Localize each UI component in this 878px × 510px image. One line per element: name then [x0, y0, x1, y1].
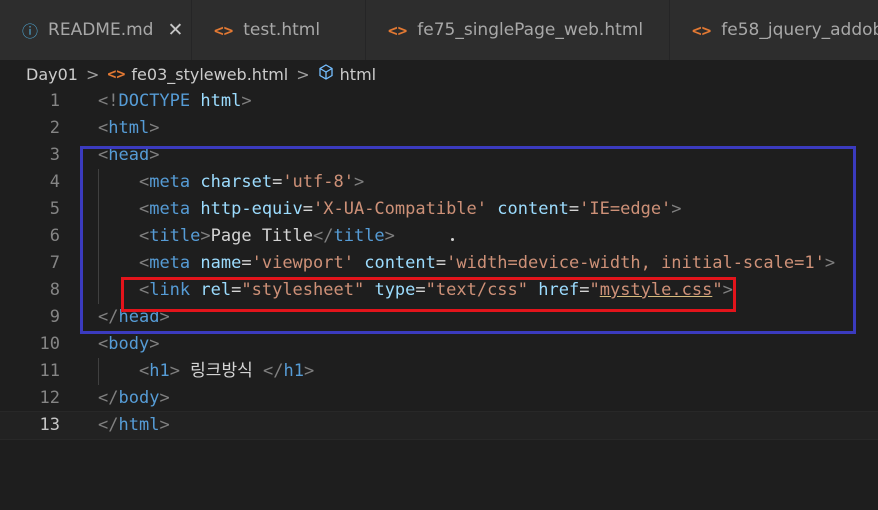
chevron-right-icon: >: [85, 64, 100, 84]
code-text: <html>: [98, 115, 159, 142]
code-line[interactable]: 10 <body>: [0, 331, 878, 358]
code-token: >: [241, 91, 252, 111]
line-number: 11: [39, 361, 60, 381]
line-number: 5: [49, 199, 60, 219]
code-text: <h1> 링크방식 </h1>: [98, 358, 314, 385]
line-number: 3: [49, 145, 60, 165]
indent-guide: [98, 358, 99, 385]
code-token: <: [98, 334, 109, 354]
code-token: >: [149, 118, 160, 138]
line-number: 10: [39, 334, 60, 354]
tab-test-html[interactable]: <> test.html: [192, 0, 366, 60]
close-icon[interactable]: ✕: [167, 19, 183, 41]
code-token: body: [108, 334, 150, 354]
html-icon: <>: [388, 20, 408, 40]
code-line[interactable]: 2 <html>: [0, 115, 878, 142]
breadcrumb-symbol[interactable]: html: [340, 65, 376, 84]
tab-readme[interactable]: ⓘ README.md ✕: [0, 0, 192, 60]
html-icon: <>: [692, 20, 712, 40]
tab-label: test.html: [243, 20, 321, 40]
code-text: <!DOCTYPE html>: [98, 88, 252, 115]
code-token: h1: [149, 361, 170, 381]
breadcrumb-folder[interactable]: Day01: [26, 65, 78, 84]
code-token: body: [118, 388, 160, 408]
code-token: <!: [98, 91, 119, 111]
code-token: DOCTYPE: [118, 91, 191, 111]
code-token: </: [98, 388, 119, 408]
code-token: html: [108, 118, 150, 138]
code-text: </html>: [98, 412, 170, 439]
code-token: >: [303, 361, 315, 381]
code-text: <body>: [98, 331, 159, 358]
tab-label: fe58_jquery_addobj: [721, 20, 878, 40]
tab-fe58[interactable]: <> fe58_jquery_addobj: [670, 0, 878, 60]
breadcrumb: Day01 > <> fe03_styleweb.html > html: [0, 60, 878, 88]
info-icon: ⓘ: [22, 22, 39, 41]
chevron-right-icon: >: [296, 64, 310, 84]
symbol-cube-icon: [318, 64, 334, 84]
code-token: 링크방식: [179, 361, 263, 381]
breadcrumb-file[interactable]: fe03_styleweb.html: [131, 65, 288, 84]
code-token: <: [98, 118, 109, 138]
code-token: </: [262, 361, 284, 381]
code-token: html: [118, 415, 160, 435]
tab-fe75[interactable]: <> fe75_singlePage_web.html: [366, 0, 670, 60]
code-token: >: [159, 415, 170, 435]
code-line[interactable]: 11 <h1> 링크방식 </h1>: [0, 358, 878, 385]
line-number: 1: [49, 91, 60, 111]
line-number: 9: [49, 307, 60, 327]
line-number: 7: [49, 253, 60, 273]
tab-label: fe75_singlePage_web.html: [417, 20, 644, 40]
tab-label: README.md: [48, 20, 154, 40]
code-line[interactable]: 12 </body>: [0, 385, 878, 412]
html-icon: <>: [107, 65, 126, 83]
stray-dot: [451, 238, 454, 241]
code-text: </body>: [98, 385, 170, 412]
line-number: 12: [39, 388, 60, 408]
line-number: 4: [49, 172, 60, 192]
code-line[interactable]: 1 <!DOCTYPE html>: [0, 88, 878, 115]
link-highlight-box: [121, 277, 736, 312]
code-token: >: [169, 361, 180, 381]
line-number: 6: [49, 226, 60, 246]
code-token: h1: [283, 361, 304, 381]
code-token: >: [159, 388, 170, 408]
line-number: 13: [39, 415, 60, 435]
code-token: >: [149, 334, 160, 354]
html-icon: <>: [214, 20, 234, 40]
code-token: html: [200, 91, 242, 111]
tab-bar: ⓘ README.md ✕ <> test.html <> fe75_singl…: [0, 0, 878, 60]
code-token: <: [138, 361, 150, 381]
code-token: </: [98, 415, 119, 435]
code-line[interactable]: 13 </html>: [0, 411, 878, 440]
line-number: 2: [49, 118, 60, 138]
line-number: 8: [49, 280, 60, 300]
